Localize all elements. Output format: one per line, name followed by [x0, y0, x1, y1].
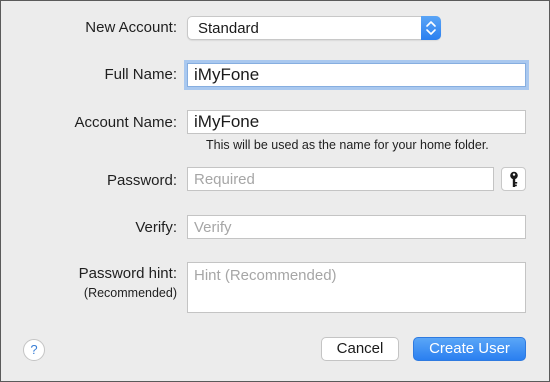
- password-hint-sublabel: (Recommended): [83, 286, 177, 300]
- password-label: Password:: [106, 172, 177, 189]
- account-name-input[interactable]: [187, 110, 526, 134]
- chevron-up-down-icon: [421, 16, 441, 40]
- create-user-dialog: New Account: Standard Full Name: Account…: [0, 0, 550, 382]
- account-name-label: Account Name:: [74, 114, 177, 131]
- new-account-label: New Account:: [85, 19, 177, 36]
- help-button[interactable]: ?: [23, 339, 45, 361]
- create-user-button[interactable]: Create User: [413, 337, 526, 361]
- key-icon: [510, 171, 518, 187]
- verify-label: Verify:: [135, 219, 177, 236]
- password-hint-label: Password hint:: [78, 265, 177, 282]
- full-name-label: Full Name:: [104, 66, 177, 83]
- account-type-value: Standard: [198, 20, 259, 37]
- password-hint-input[interactable]: [187, 262, 526, 313]
- verify-input[interactable]: [187, 215, 526, 239]
- account-type-select[interactable]: Standard: [187, 16, 441, 40]
- cancel-button[interactable]: Cancel: [321, 337, 399, 361]
- home-folder-note: This will be used as the name for your h…: [206, 138, 489, 152]
- full-name-input[interactable]: [187, 63, 526, 87]
- password-input[interactable]: [187, 167, 494, 191]
- password-assistant-button[interactable]: [501, 167, 526, 191]
